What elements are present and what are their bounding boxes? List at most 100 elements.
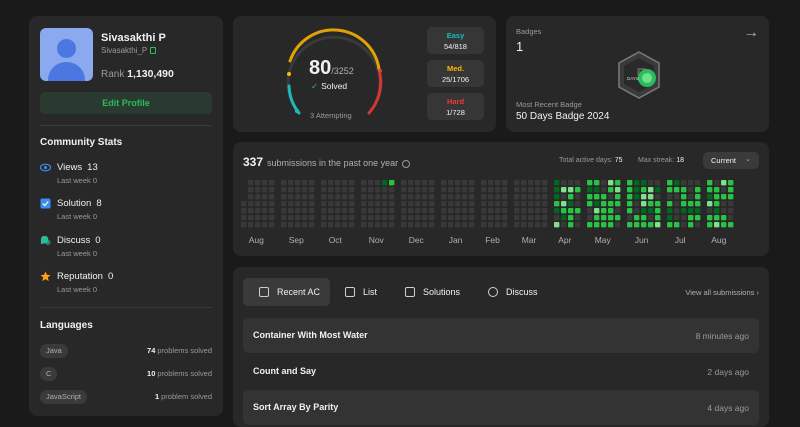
heatmap-cell[interactable] [521, 215, 527, 221]
heatmap-cell[interactable] [422, 215, 428, 221]
heatmap-cell[interactable] [262, 187, 268, 193]
heatmap-cell[interactable] [328, 208, 334, 214]
heatmap-cell[interactable] [528, 201, 534, 207]
heatmap-cell[interactable] [514, 180, 520, 186]
heatmap-cell[interactable] [695, 201, 701, 207]
heatmap-cell[interactable] [641, 222, 647, 228]
heatmap-cell[interactable] [528, 222, 534, 228]
info-icon[interactable] [402, 159, 411, 168]
heatmap-cell[interactable] [328, 187, 334, 193]
heatmap-cell[interactable] [575, 201, 581, 207]
heatmap-cell[interactable] [568, 208, 574, 214]
heatmap-cell[interactable] [255, 208, 261, 214]
heatmap-cell[interactable] [728, 215, 734, 221]
heatmap-cell[interactable] [361, 187, 367, 193]
heatmap-cell[interactable] [681, 208, 687, 214]
heatmap-cell[interactable] [469, 194, 475, 200]
heatmap-cell[interactable] [481, 187, 487, 193]
heatmap-cell[interactable] [441, 215, 447, 221]
heatmap-cell[interactable] [495, 201, 501, 207]
heatmap-cell[interactable] [542, 208, 548, 214]
heatmap-cell[interactable] [594, 215, 600, 221]
heatmap-cell[interactable] [288, 222, 294, 228]
heatmap-cell[interactable] [641, 215, 647, 221]
heatmap-cell[interactable] [601, 201, 607, 207]
heatmap-cell[interactable] [655, 215, 661, 221]
heatmap-cell[interactable] [681, 180, 687, 186]
heatmap-cell[interactable] [561, 180, 567, 186]
heatmap-cell[interactable] [587, 187, 593, 193]
heatmap-cell[interactable] [655, 208, 661, 214]
heatmap-cell[interactable] [401, 187, 407, 193]
heatmap-cell[interactable] [375, 215, 381, 221]
heatmap-cell[interactable] [655, 180, 661, 186]
heatmap-cell[interactable] [448, 208, 454, 214]
heatmap-cell[interactable] [408, 194, 414, 200]
heatmap-cell[interactable] [587, 208, 593, 214]
year-select[interactable]: Current ⌄ [703, 152, 759, 169]
heatmap-cell[interactable] [674, 180, 680, 186]
heatmap-cell[interactable] [575, 215, 581, 221]
heatmap-cell[interactable] [648, 187, 654, 193]
heatmap-cell[interactable] [269, 180, 275, 186]
heatmap-cell[interactable] [502, 187, 508, 193]
heatmap-cell[interactable] [288, 201, 294, 207]
heatmap-cell[interactable] [349, 201, 355, 207]
arrow-right-icon[interactable]: → [743, 24, 759, 42]
heatmap-cell[interactable] [269, 201, 275, 207]
heatmap-cell[interactable] [634, 215, 640, 221]
heatmap-cell[interactable] [568, 180, 574, 186]
heatmap-cell[interactable] [335, 180, 341, 186]
heatmap-cell[interactable] [262, 208, 268, 214]
heatmap-cell[interactable] [615, 215, 621, 221]
heatmap-cell[interactable] [634, 201, 640, 207]
heatmap-cell[interactable] [321, 180, 327, 186]
badge-50-days-icon[interactable]: 5 DAYS [614, 50, 664, 100]
heatmap-cell[interactable] [728, 201, 734, 207]
heatmap-cell[interactable] [681, 215, 687, 221]
heatmap-cell[interactable] [321, 215, 327, 221]
heatmap-cell[interactable] [248, 194, 254, 200]
heatmap-cell[interactable] [422, 194, 428, 200]
heatmap-cell[interactable] [568, 194, 574, 200]
heatmap-cell[interactable] [495, 180, 501, 186]
heatmap-cell[interactable] [241, 201, 247, 207]
heatmap-cell[interactable] [361, 215, 367, 221]
heatmap-cell[interactable] [328, 180, 334, 186]
heatmap-cell[interactable] [667, 208, 673, 214]
heatmap-cell[interactable] [342, 187, 348, 193]
heatmap-cell[interactable] [561, 208, 567, 214]
heatmap-cell[interactable] [415, 215, 421, 221]
heatmap-cell[interactable] [535, 208, 541, 214]
heatmap-cell[interactable] [361, 194, 367, 200]
heatmap-cell[interactable] [535, 194, 541, 200]
heatmap-cell[interactable] [615, 222, 621, 228]
heatmap-cell[interactable] [255, 187, 261, 193]
heatmap-cell[interactable] [309, 222, 315, 228]
heatmap-cell[interactable] [401, 215, 407, 221]
heatmap-cell[interactable] [495, 215, 501, 221]
heatmap-cell[interactable] [514, 222, 520, 228]
heatmap-cell[interactable] [514, 187, 520, 193]
heatmap-cell[interactable] [295, 194, 301, 200]
heatmap-cell[interactable] [309, 194, 315, 200]
heatmap-cell[interactable] [601, 215, 607, 221]
heatmap-cell[interactable] [368, 187, 374, 193]
heatmap-cell[interactable] [528, 208, 534, 214]
heatmap-cell[interactable] [488, 194, 494, 200]
heatmap-cell[interactable] [561, 222, 567, 228]
heatmap-cell[interactable] [521, 208, 527, 214]
heatmap-cell[interactable] [288, 180, 294, 186]
heatmap-cell[interactable] [401, 222, 407, 228]
heatmap-cell[interactable] [389, 187, 395, 193]
heatmap-cell[interactable] [455, 194, 461, 200]
heatmap-cell[interactable] [681, 187, 687, 193]
heatmap-cell[interactable] [469, 187, 475, 193]
heatmap-cell[interactable] [634, 180, 640, 186]
heatmap-cell[interactable] [728, 208, 734, 214]
heatmap-cell[interactable] [554, 187, 560, 193]
heatmap-cell[interactable] [648, 180, 654, 186]
heatmap-cell[interactable] [288, 215, 294, 221]
heatmap-cell[interactable] [415, 187, 421, 193]
heatmap-cell[interactable] [288, 187, 294, 193]
